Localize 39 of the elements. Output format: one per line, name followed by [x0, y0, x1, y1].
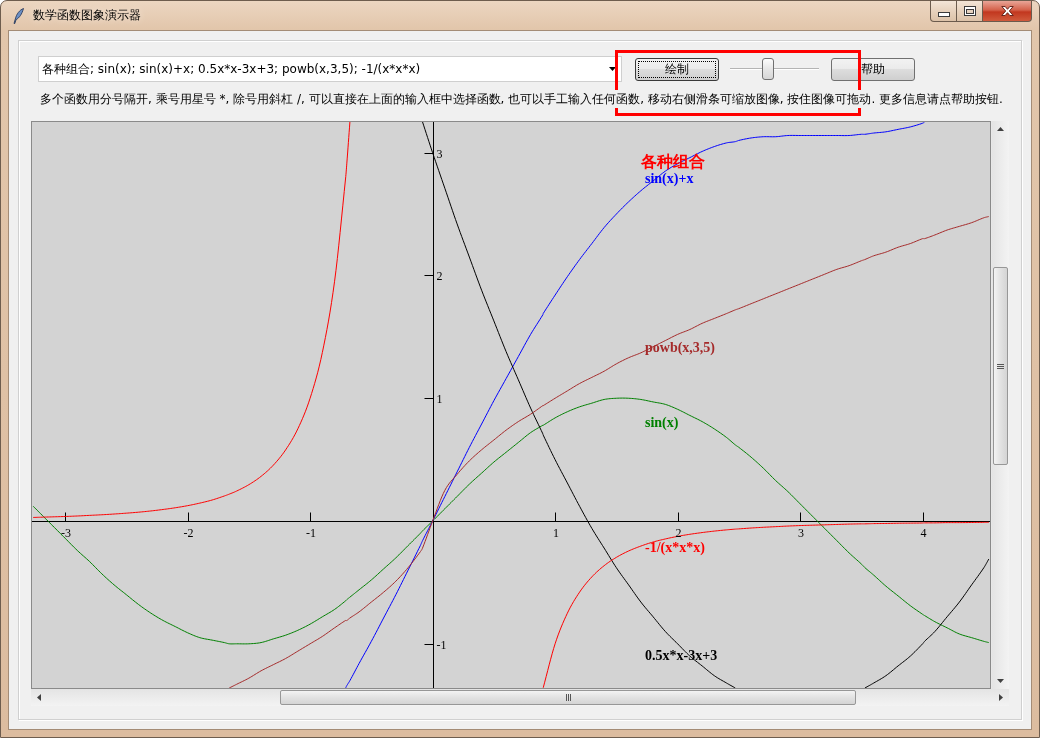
tick-label: -3: [61, 525, 72, 540]
left-arrow-icon[interactable]: [37, 694, 41, 701]
maximize-button[interactable]: [957, 1, 983, 22]
close-button[interactable]: [983, 1, 1032, 22]
curve-label: sin(x): [645, 415, 679, 430]
grip-icon: [997, 363, 1004, 369]
maximize-icon: [963, 6, 976, 16]
feather-icon: [13, 7, 24, 24]
tick-label: 3: [798, 525, 805, 540]
horizontal-scrollbar[interactable]: [31, 689, 1009, 706]
function-combobox[interactable]: 各种组合; sin(x); sin(x)+x; 0.5x*x-3x+3; powb(x,3,5); -1/(x*x*x): [38, 56, 622, 82]
hint-text: 多个函数用分号隔开, 乘号用星号 *, 除号用斜杠 /, 可以直接在上面的输入框中选择函数, 也可以手工输入任何函数, 移动右侧滑条可缩放图像, 按住图像可拖动. 更多信息请点帮助按钮.: [40, 90, 1003, 108]
slider-track[interactable]: [727, 58, 822, 80]
tick-label: 2: [675, 525, 682, 540]
tick-label: 1: [436, 392, 443, 407]
draw-button[interactable]: 绘制: [635, 57, 719, 81]
tick-label: 1: [553, 525, 560, 540]
scrollbar-thumb[interactable]: [280, 690, 856, 705]
up-arrow-icon[interactable]: [997, 127, 1004, 131]
tick-label: -1: [436, 637, 447, 652]
tick-label: 2: [436, 269, 443, 284]
close-icon: [1000, 6, 1014, 16]
vertical-scrollbar[interactable]: [991, 121, 1009, 689]
curve-label: -1/(x*x*x): [645, 540, 705, 555]
tick-label: 3: [436, 146, 443, 161]
down-arrow-icon[interactable]: [997, 679, 1004, 683]
dropdown-arrow-icon[interactable]: [609, 67, 616, 71]
grip-icon: [565, 694, 571, 701]
scrollbar-thumb[interactable]: [993, 267, 1008, 465]
curve-label: powb(x,3,5): [645, 340, 715, 355]
window-title: 数学函数图象演示器: [33, 7, 141, 24]
tick-label: -2: [183, 525, 194, 540]
tick-label: 4: [920, 525, 927, 540]
slider-thumb[interactable]: [761, 58, 774, 80]
help-button[interactable]: 帮助: [831, 57, 915, 81]
right-arrow-icon[interactable]: [999, 694, 1003, 701]
tick-label: -1: [306, 525, 317, 540]
minimize-button[interactable]: [930, 1, 957, 22]
minimize-icon: [937, 11, 950, 17]
